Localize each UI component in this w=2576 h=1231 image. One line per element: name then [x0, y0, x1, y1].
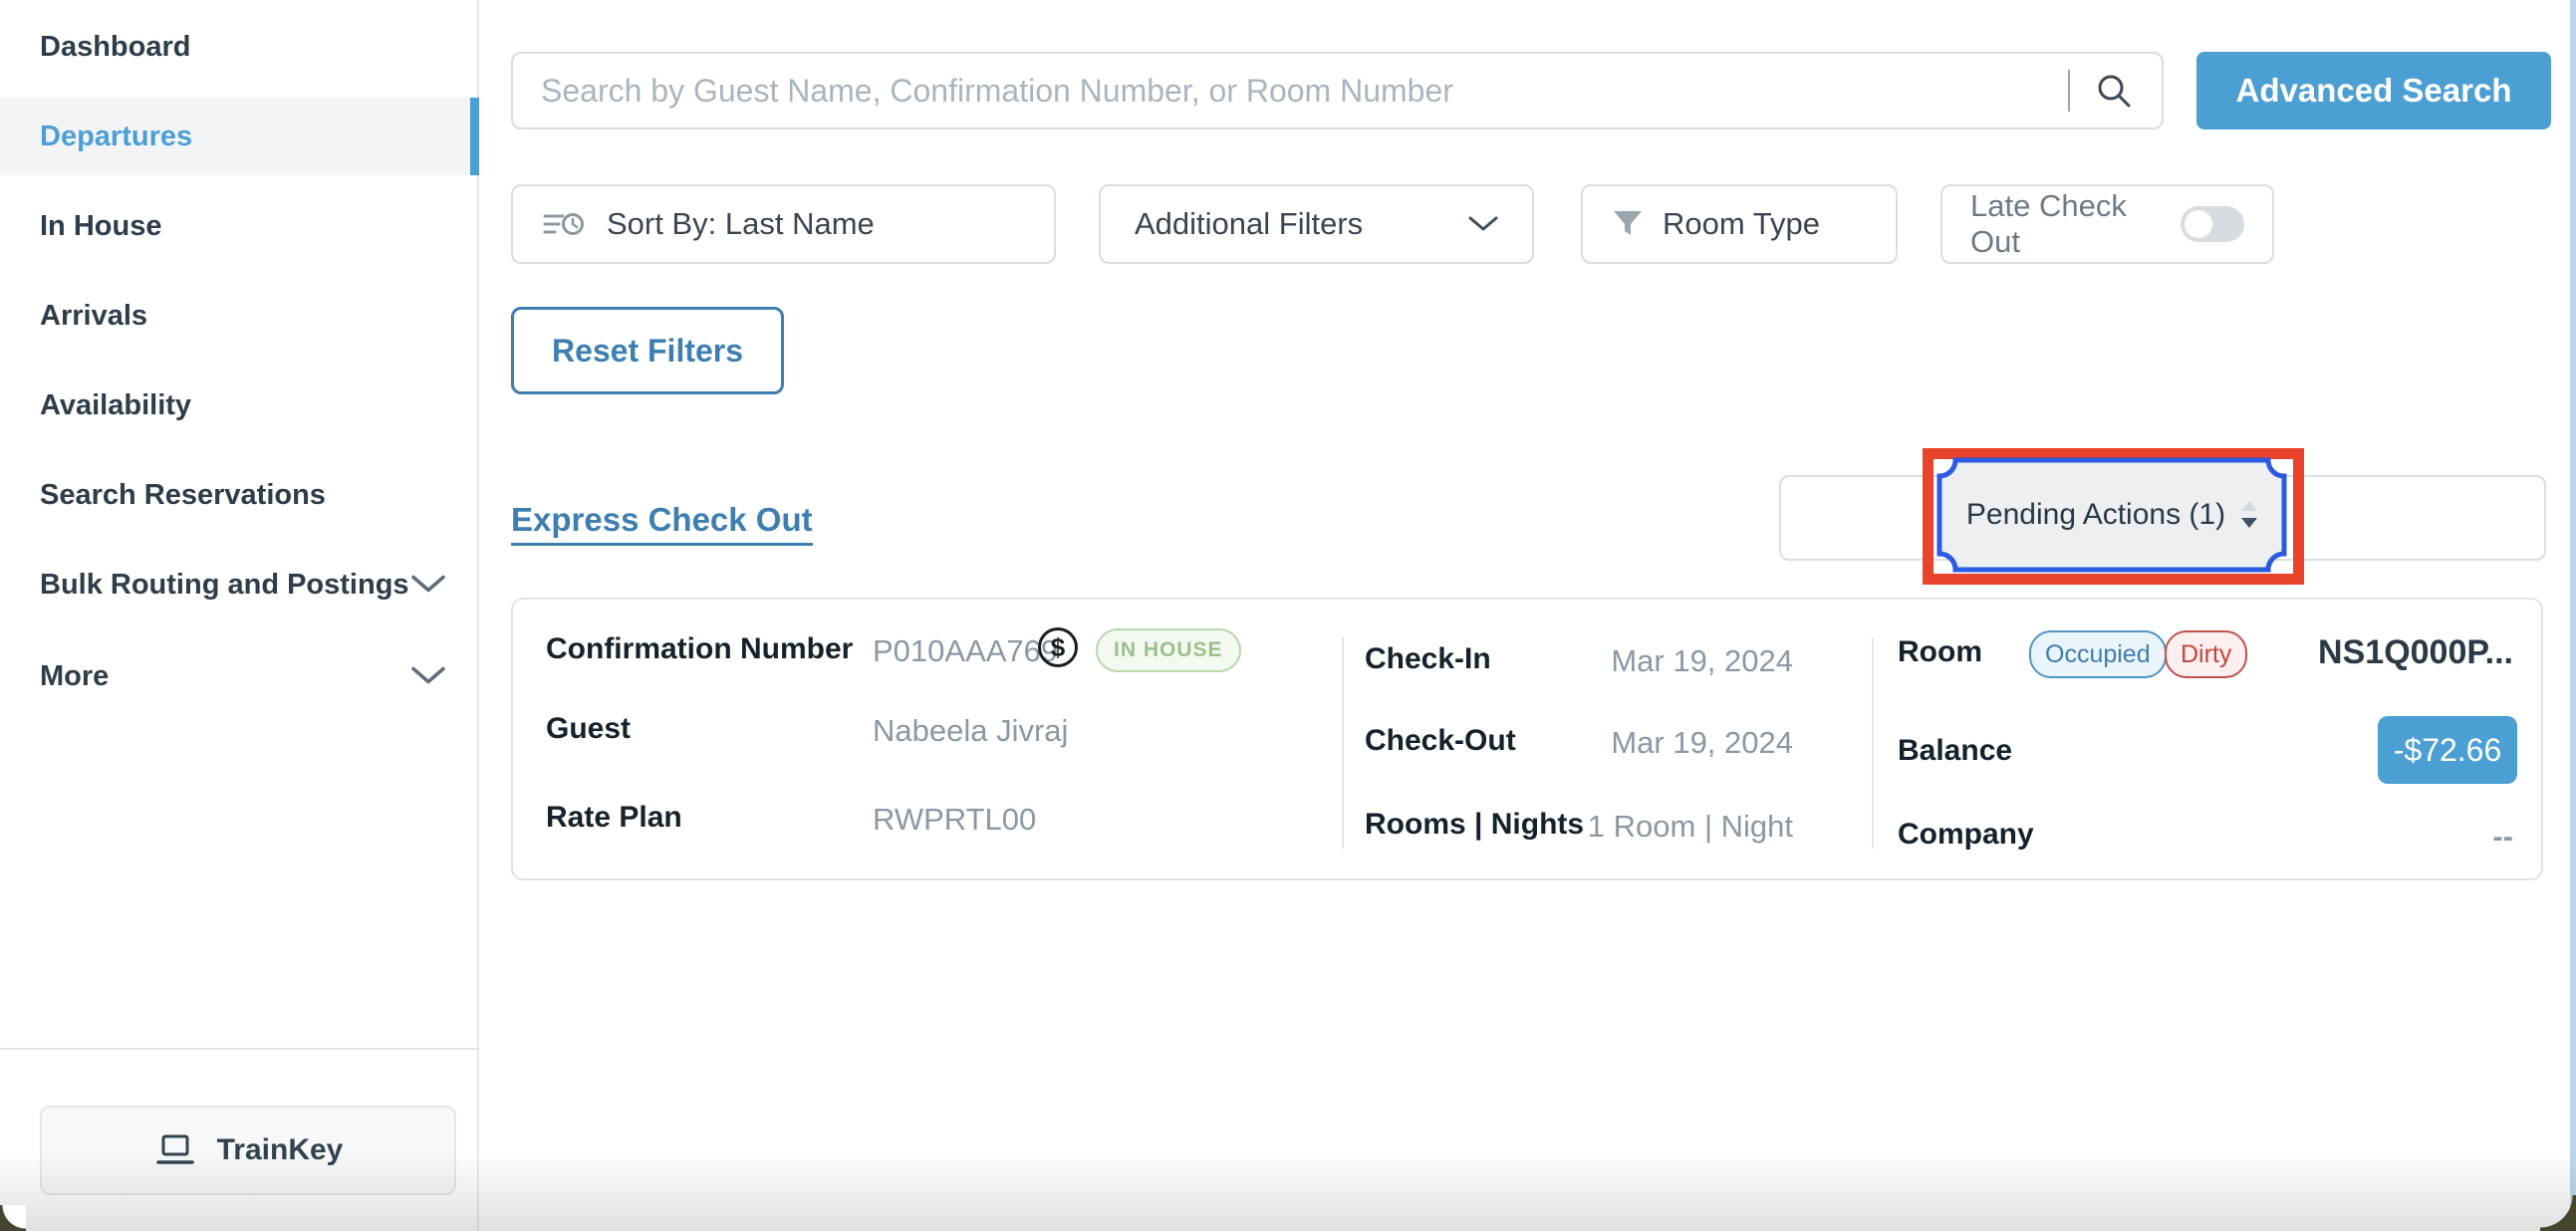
active-indicator-bar — [470, 98, 479, 175]
right-edge-panel-strip — [2570, 0, 2576, 1231]
balance-amount-chip[interactable]: -$72.66 — [2378, 716, 2517, 784]
sidebar-item-label: Dashboard — [40, 31, 190, 64]
sidebar-item-availability[interactable]: Availability — [0, 367, 479, 444]
confirmation-number-value: P010AAA769 — [873, 633, 1058, 669]
additional-filters-dropdown[interactable]: Additional Filters — [1099, 184, 1534, 264]
search-icon[interactable] — [2096, 73, 2132, 109]
sidebar-item-departures[interactable]: Departures — [0, 98, 479, 175]
funnel-icon — [1613, 210, 1643, 238]
sort-by-label: Sort By: Last Name — [607, 206, 875, 242]
sidebar-item-bulk-routing[interactable]: Bulk Routing and Postings — [0, 546, 479, 623]
advanced-search-button[interactable]: Advanced Search — [2196, 52, 2551, 129]
room-status-dirty-badge: Dirty — [2165, 630, 2247, 678]
check-in-value: Mar 19, 2024 — [1494, 643, 1793, 679]
sort-by-time-icon — [543, 209, 585, 239]
sidebar-item-more[interactable]: More — [0, 637, 479, 715]
search-input[interactable] — [539, 55, 2068, 126]
company-value: -- — [2314, 819, 2513, 855]
sidebar-item-dashboard[interactable]: Dashboard — [0, 8, 479, 86]
room-status-occupied-badge: Occupied — [2029, 630, 2167, 678]
late-checkout-label: Late Check Out — [1970, 188, 2181, 260]
card-divider — [1872, 637, 1874, 849]
sidebar-item-label: Search Reservations — [40, 479, 326, 512]
tab-pending-actions-label: Pending Actions (1) — [1966, 498, 2225, 532]
sidebar-item-search-reservations[interactable]: Search Reservations — [0, 456, 479, 534]
check-in-label: Check-In — [1365, 642, 1491, 676]
screen-corner-bottom-left — [0, 1205, 26, 1231]
room-type-filter[interactable]: Room Type — [1581, 184, 1898, 264]
sidebar-divider — [0, 1048, 479, 1050]
sort-by-dropdown[interactable]: Sort By: Last Name — [511, 184, 1056, 264]
rooms-nights-value: 1 Room | Night — [1494, 809, 1793, 845]
sidebar-item-label: Arrivals — [40, 300, 147, 333]
sidebar-item-in-house[interactable]: In House — [0, 187, 479, 265]
balance-label: Balance — [1898, 734, 2012, 768]
additional-filters-label: Additional Filters — [1135, 206, 1363, 242]
chevron-down-icon — [411, 660, 445, 693]
sidebar-item-label: Departures — [40, 121, 192, 153]
guest-label: Guest — [546, 712, 631, 746]
departures-page: Dashboard Departures In House Arrivals A… — [0, 0, 2576, 1231]
card-divider — [1342, 637, 1344, 849]
in-house-status-badge: IN HOUSE — [1096, 628, 1241, 672]
laptop-icon — [153, 1133, 197, 1167]
reset-filters-button[interactable]: Reset Filters — [511, 307, 784, 394]
search-bar — [511, 52, 2164, 129]
sidebar-item-label: More — [40, 660, 109, 693]
room-type-label: Room Type — [1663, 206, 1820, 242]
late-checkout-toggle[interactable] — [2181, 206, 2244, 242]
express-checkout-link[interactable]: Express Check Out — [511, 501, 813, 546]
sort-arrows-icon[interactable] — [2241, 501, 2257, 529]
company-label: Company — [1898, 818, 2034, 852]
payment-dollar-icon[interactable]: $ — [1038, 627, 1078, 667]
trainkey-label: TrainKey — [217, 1133, 344, 1167]
rate-plan-value: RWPRTL00 — [873, 802, 1036, 838]
sidebar-item-label: Bulk Routing and Postings — [40, 569, 409, 602]
guest-name-value: Nabeela Jivraj — [873, 713, 1068, 749]
room-label: Room — [1898, 635, 1982, 669]
tab-pending-actions[interactable]: Pending Actions (1) — [1936, 457, 2287, 573]
chevron-down-icon — [411, 569, 445, 602]
check-out-value: Mar 19, 2024 — [1494, 725, 1793, 761]
confirmation-number-label: Confirmation Number — [546, 632, 853, 666]
sidebar: Dashboard Departures In House Arrivals A… — [0, 0, 479, 1231]
chevron-down-icon — [1468, 216, 1498, 232]
toggle-knob — [2185, 210, 2212, 238]
late-checkout-filter: Late Check Out — [1940, 184, 2274, 264]
sidebar-item-arrivals[interactable]: Arrivals — [0, 277, 479, 355]
search-divider — [2068, 70, 2070, 112]
sidebar-item-label: Availability — [40, 389, 191, 422]
check-out-label: Check-Out — [1365, 724, 1516, 758]
screen-corner-bottom-right — [2540, 1195, 2576, 1231]
sidebar-item-label: In House — [40, 210, 161, 243]
trainkey-button[interactable]: TrainKey — [40, 1106, 456, 1195]
room-number-value: NS1Q000P... — [2271, 633, 2513, 672]
rate-plan-label: Rate Plan — [546, 801, 682, 835]
